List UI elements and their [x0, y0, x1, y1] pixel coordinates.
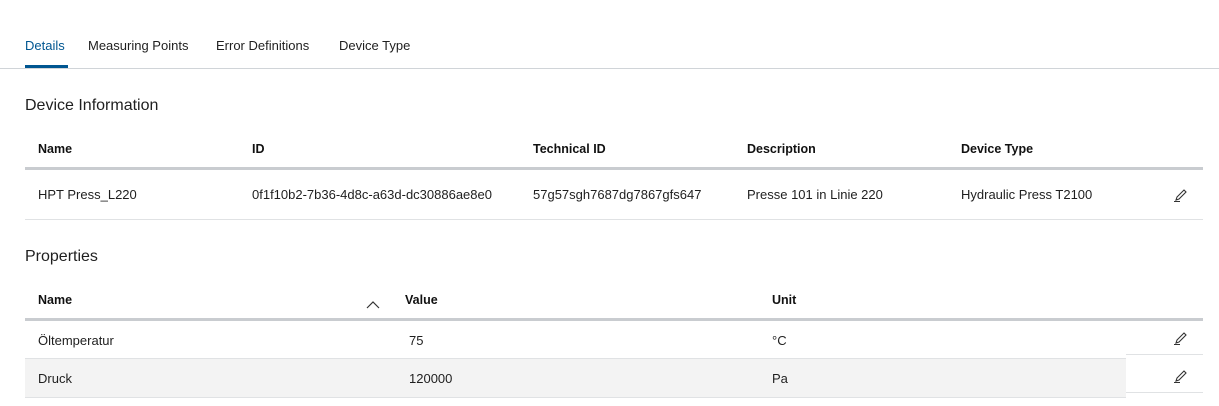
- tab-device-type[interactable]: Device Type: [339, 38, 410, 53]
- column-header-name: Name: [38, 142, 73, 156]
- row-divider: [25, 397, 1126, 398]
- pencil-icon[interactable]: [1173, 187, 1189, 203]
- device-technical-id: 57g57sgh7687dg7867gfs647: [533, 187, 702, 202]
- column-header-unit: Unit: [772, 293, 797, 307]
- device-name: HPT Press_L220: [38, 187, 137, 202]
- column-header-device-type: Device Type: [961, 142, 1034, 156]
- tab-details[interactable]: Details: [25, 38, 65, 53]
- active-tab-indicator: [25, 65, 68, 68]
- tab-error-definitions[interactable]: Error Definitions: [216, 38, 309, 53]
- pencil-icon[interactable]: [1173, 330, 1189, 346]
- table-row: Druck 120000 Pa: [25, 359, 1126, 397]
- column-header-value: Value: [405, 293, 438, 307]
- device-description: Presse 101 in Linie 220: [747, 187, 883, 202]
- pencil-icon[interactable]: [1173, 368, 1189, 384]
- column-header-name[interactable]: Name: [38, 293, 72, 307]
- chevron-up-icon[interactable]: [366, 297, 380, 309]
- properties-title: Properties: [25, 248, 98, 265]
- device-type-value: Hydraulic Press T2100: [961, 187, 1093, 202]
- header-divider: [25, 167, 1203, 170]
- property-value: 75: [409, 333, 424, 348]
- device-id: 0f1f10b2-7b36-4d8c-a63d-dc30886ae8e0: [252, 187, 492, 202]
- property-unit: Pa: [772, 371, 788, 386]
- column-header-id: ID: [252, 142, 265, 156]
- property-name: Öltemperatur: [38, 333, 114, 348]
- property-name: Druck: [38, 371, 72, 386]
- row-divider: [25, 219, 1203, 220]
- tab-bar: Details Measuring Points Error Definitio…: [0, 0, 1219, 69]
- tab-measuring-points[interactable]: Measuring Points: [88, 38, 188, 53]
- column-header-technical-id: Technical ID: [533, 142, 606, 156]
- property-unit: °C: [772, 333, 787, 348]
- header-divider: [25, 318, 1203, 321]
- row-divider: [1126, 392, 1203, 393]
- device-information-title: Device Information: [25, 97, 159, 114]
- row-divider: [1126, 354, 1203, 355]
- property-value: 120000: [409, 371, 453, 386]
- column-header-description: Description: [747, 142, 816, 156]
